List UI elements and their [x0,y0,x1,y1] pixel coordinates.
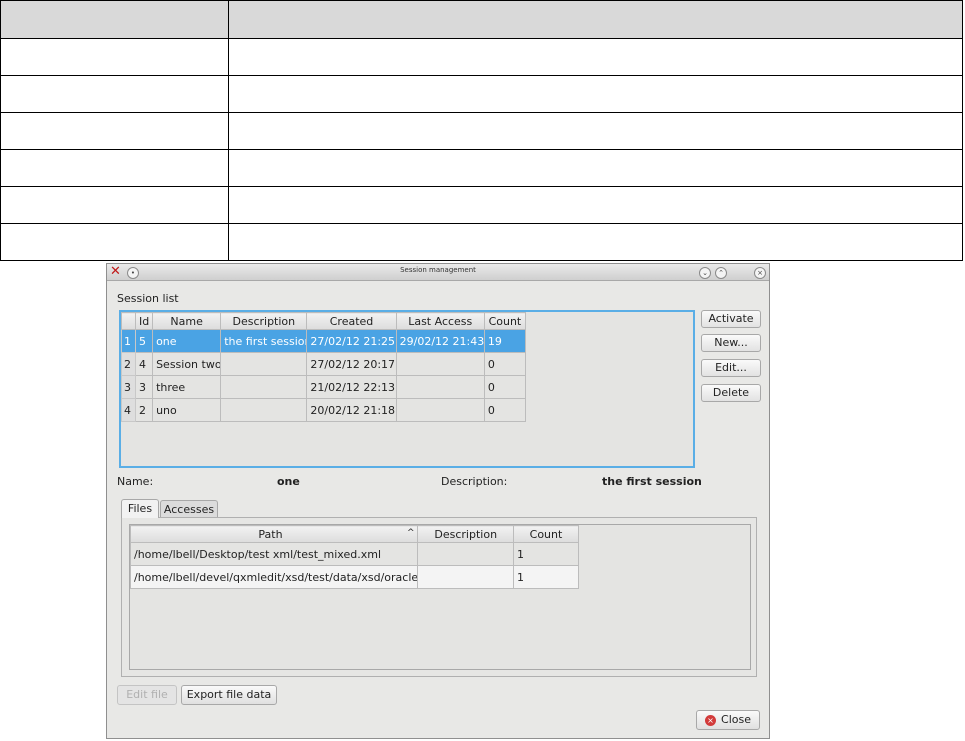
cell-count[interactable]: 0 [483,398,527,422]
window-title: Session management [400,266,476,274]
cell-description[interactable]: the first session [220,329,308,353]
table-row[interactable]: 3 3 three 21/02/12 22:13 0 [121,375,527,399]
close-window-icon[interactable]: × [754,267,766,279]
column-header-description[interactable]: Description [417,525,514,543]
close-button[interactable]: × Close [696,710,760,730]
cell-created[interactable]: 27/02/12 21:25 [306,329,397,353]
column-header-name[interactable]: Name [152,312,222,330]
files-table-header: Path ^ Description Count [130,525,580,543]
cell-created[interactable]: 27/02/12 20:17 [306,352,397,376]
column-header-last-access[interactable]: Last Access [395,312,485,330]
row-number: 2 [121,352,137,376]
column-header-id[interactable]: Id [135,312,154,330]
cell-last-access[interactable] [395,398,485,422]
session-table[interactable]: Id Name Description Created Last Access … [119,310,695,468]
column-header-path[interactable]: Path ^ [130,525,419,543]
cell-description[interactable] [220,398,308,422]
cell-count[interactable]: 0 [483,352,527,376]
export-file-data-button[interactable]: Export file data [181,685,277,705]
cell-created[interactable]: 21/02/12 22:13 [306,375,397,399]
cell-last-access[interactable] [395,375,485,399]
cell-count[interactable]: 1 [512,542,580,566]
column-header-count[interactable]: Count [483,312,527,330]
minimize-icon[interactable]: ⌄ [699,267,711,279]
name-value: one [277,475,300,488]
description-value: the first session [602,475,702,488]
cell-last-access[interactable]: 29/02/12 21:43 [395,329,485,353]
cell-created[interactable]: 20/02/12 21:18 [306,398,397,422]
files-tab-pane: Path ^ Description Count /home/lbell/Desk… [121,517,757,677]
cell-path[interactable]: /home/lbell/Desktop/test xml/test_mixed.… [130,542,419,566]
cell-name[interactable]: uno [152,398,222,422]
table-row[interactable]: /home/lbell/Desktop/test xml/test_mixed.… [130,542,580,566]
cell-description[interactable] [220,375,308,399]
close-icon: × [705,714,717,726]
cell-count[interactable]: 19 [483,329,527,353]
cell-count[interactable]: 0 [483,375,527,399]
cell-last-access[interactable] [395,352,485,376]
sort-ascending-icon: ^ [406,527,415,538]
cell-id[interactable]: 5 [135,329,154,353]
empty-table [0,0,963,261]
title-bar: ✕ • Session management ⌄ ⌃ × [107,264,769,281]
column-header-description[interactable]: Description [220,312,308,330]
cell-name[interactable]: Session two [152,352,222,376]
edit-file-button[interactable]: Edit file [117,685,177,705]
cell-path[interactable]: /home/lbell/devel/qxmledit/xsd/test/data… [130,565,419,589]
row-number: 3 [121,375,137,399]
cell-id[interactable]: 4 [135,352,154,376]
cell-description[interactable] [417,542,514,566]
name-label: Name: [117,475,154,488]
close-button-label: Close [721,713,751,726]
maximize-icon[interactable]: ⌃ [715,267,727,279]
row-number: 1 [121,329,137,353]
cell-description[interactable] [417,565,514,589]
cell-description[interactable] [220,352,308,376]
column-header-created[interactable]: Created [306,312,397,330]
table-row[interactable]: 4 2 uno 20/02/12 21:18 0 [121,398,527,422]
activate-button[interactable]: Activate [701,310,761,328]
tab-accesses[interactable]: Accesses [160,500,218,518]
files-table[interactable]: Path ^ Description Count /home/lbell/Desk… [129,524,751,670]
table-row[interactable]: /home/lbell/devel/qxmledit/xsd/test/data… [130,565,580,589]
corner-header [121,312,137,330]
row-number: 4 [121,398,137,422]
cell-count[interactable]: 1 [512,565,580,589]
tab-files[interactable]: Files [121,499,159,518]
table-row[interactable]: 1 5 one the first session 27/02/12 21:25… [121,329,527,353]
table-row[interactable]: 2 4 Session two 27/02/12 20:17 0 [121,352,527,376]
cell-name[interactable]: three [152,375,222,399]
session-list-label: Session list [117,292,179,305]
cell-id[interactable]: 3 [135,375,154,399]
cell-name[interactable]: one [152,329,222,353]
session-table-header: Id Name Description Created Last Access … [121,312,527,330]
edit-button[interactable]: Edit... [701,359,761,377]
session-management-dialog: ✕ • Session management ⌄ ⌃ × Session lis… [106,263,770,739]
cell-id[interactable]: 2 [135,398,154,422]
new-button[interactable]: New... [701,334,761,352]
column-header-count[interactable]: Count [512,525,580,543]
description-label: Description: [441,475,508,488]
delete-button[interactable]: Delete [701,384,761,402]
